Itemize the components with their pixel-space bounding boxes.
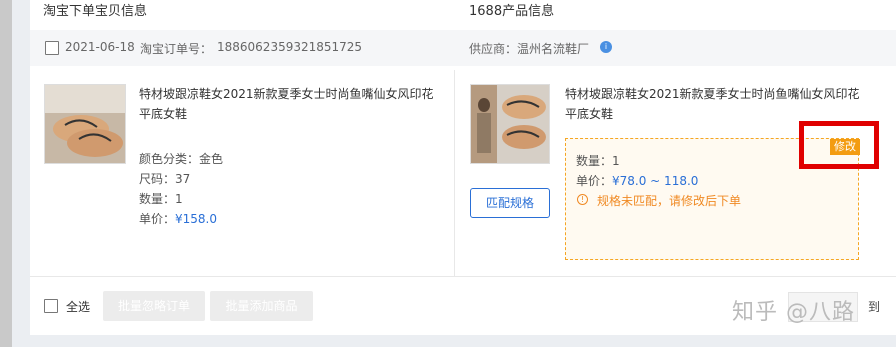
- batch-ignore-button[interactable]: 批量忽略订单: [103, 291, 205, 321]
- ali1688-price-label: 单价：: [576, 174, 613, 188]
- ali1688-column-header: 1688产品信息: [469, 4, 555, 19]
- ali1688-quantity: 数量：1: [576, 154, 620, 168]
- taobao-product-image[interactable]: [44, 84, 126, 164]
- taobao-column-header: 淘宝下单宝贝信息: [43, 4, 148, 19]
- taobao-size-attr: 尺码：37: [139, 172, 191, 186]
- ali1688-product-title[interactable]: 特材坡跟凉鞋女2021新款夏季女士时尚鱼嘴仙女风印花平底女鞋: [565, 84, 865, 124]
- order-panel: 淘宝下单宝贝信息 1688产品信息 2021-06-18 淘宝订单号： 1886…: [30, 0, 896, 335]
- order-checkbox[interactable]: [45, 41, 59, 55]
- warning-icon: !: [577, 194, 588, 205]
- order-info-row: 2021-06-18 淘宝订单号： 1886062359321851725 供应…: [30, 30, 896, 66]
- ali1688-product-image[interactable]: [470, 84, 550, 164]
- left-scroll-edge: [0, 0, 12, 347]
- column-header-row: 淘宝下单宝贝信息 1688产品信息: [30, 0, 896, 22]
- supplier-name[interactable]: 温州名流鞋厂: [517, 40, 589, 57]
- taobao-price-label: 单价：: [139, 212, 176, 226]
- taobao-price-value: ¥158.0: [175, 212, 218, 226]
- order-content: 特材坡跟凉鞋女2021新款夏季女士时尚鱼嘴仙女风印花平底女鞋 颜色分类：金色 尺…: [30, 70, 896, 276]
- ali1688-price: 单价：¥78.0 ~ 118.0: [576, 172, 698, 189]
- select-all-label[interactable]: 全选: [66, 298, 90, 315]
- info-icon[interactable]: i: [600, 41, 612, 53]
- batch-add-button[interactable]: 批量添加商品: [210, 291, 313, 321]
- spec-warning-text: 规格未匹配，请修改后下单: [597, 194, 742, 208]
- page-jump-text: 到: [868, 300, 881, 314]
- supplier-label: 供应商：: [469, 42, 518, 56]
- select-all-checkbox[interactable]: [44, 299, 58, 313]
- taobao-price-attr: 单价：¥158.0: [139, 210, 217, 227]
- zhihu-watermark: 知乎 @八路: [732, 300, 855, 325]
- ali1688-price-range: ¥78.0 ~ 118.0: [612, 174, 699, 188]
- highlight-box: [799, 121, 879, 169]
- footer-divider: [30, 276, 896, 277]
- taobao-quantity-attr: 数量：1: [139, 192, 183, 206]
- order-number-label: 淘宝订单号：: [140, 42, 213, 56]
- order-number: 1886062359321851725: [217, 40, 363, 54]
- taobao-product-title[interactable]: 特材坡跟凉鞋女2021新款夏季女士时尚鱼嘴仙女风印花平底女鞋: [139, 84, 445, 124]
- order-date: 2021-06-18: [65, 40, 135, 54]
- match-spec-button[interactable]: 匹配规格: [470, 188, 550, 218]
- taobao-color-attr: 颜色分类：金色: [139, 152, 224, 166]
- column-divider: [454, 70, 455, 276]
